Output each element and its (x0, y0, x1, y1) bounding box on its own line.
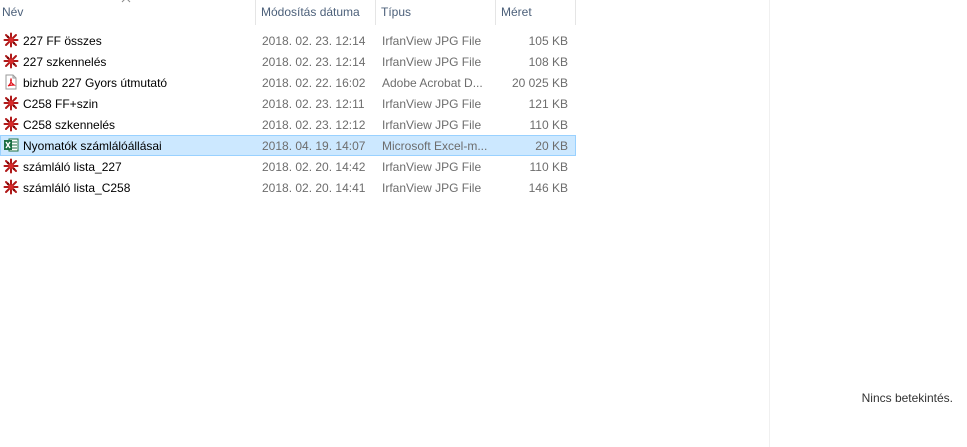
column-header-type-label: Típus (381, 5, 412, 19)
column-header-name[interactable]: Név (0, 0, 256, 25)
excel-icon (3, 137, 19, 153)
file-size: 121 KB (528, 97, 568, 111)
preview-pane: Nincs betekintés. (769, 0, 967, 447)
file-explorer: Név Módosítás dátuma Típus Méret 227 FF … (0, 0, 967, 447)
file-name: 227 szkennelés (23, 55, 107, 69)
file-date: 2018. 02. 20. 14:42 (262, 160, 366, 174)
file-type: Microsoft Excel-m... (382, 139, 488, 153)
file-type: IrfanView JPG File (382, 181, 482, 195)
column-header-row: Név Módosítás dátuma Típus Méret (0, 0, 576, 25)
file-name: számláló lista_227 (23, 160, 122, 174)
file-row[interactable]: C258 FF+szin 2018. 02. 23. 12:11 IrfanView… (0, 93, 576, 114)
file-name: számláló lista_C258 (23, 181, 131, 195)
file-name: Nyomatók számlálóállásai (23, 139, 162, 153)
file-size: 105 KB (528, 34, 568, 48)
file-list: 227 FF összes 2018. 02. 23. 12:14 IrfanVie… (0, 30, 576, 198)
file-date: 2018. 02. 23. 12:14 (262, 55, 366, 69)
file-size: 110 KB (529, 118, 568, 132)
file-row[interactable]: számláló lista_227 2018. 02. 20. 14:42 Irf… (0, 156, 576, 177)
file-date: 2018. 02. 23. 12:12 (262, 118, 366, 132)
file-name: bizhub 227 Gyors útmutató (23, 76, 168, 90)
file-type: IrfanView JPG File (382, 55, 482, 69)
file-date: 2018. 02. 23. 12:11 (262, 97, 365, 111)
column-header-type[interactable]: Típus (379, 0, 496, 25)
file-row[interactable]: 227 FF összes 2018. 02. 23. 12:14 IrfanVie… (0, 30, 576, 51)
file-size: 110 KB (529, 160, 568, 174)
file-date: 2018. 04. 19. 14:07 (262, 139, 366, 153)
irfanview-jpg-icon (3, 116, 19, 132)
file-row[interactable]: Nyomatók számlálóállásai 2018. 04. 19. 14… (0, 135, 576, 156)
file-row[interactable]: számláló lista_C258 2018. 02. 20. 14:41 Ir… (0, 177, 576, 198)
column-header-name-label: Név (2, 5, 24, 19)
file-type: IrfanView JPG File (382, 160, 482, 174)
file-name: C258 szkennelés (23, 118, 116, 132)
irfanview-jpg-icon (3, 53, 19, 69)
irfanview-jpg-icon (3, 179, 19, 195)
irfanview-jpg-icon (3, 158, 19, 174)
file-type: Adobe Acrobat D... (382, 76, 483, 90)
file-row[interactable]: C258 szkennelés 2018. 02. 23. 12:12 IrfanV… (0, 114, 576, 135)
file-size: 146 KB (528, 181, 568, 195)
irfanview-jpg-icon (3, 32, 19, 48)
file-date: 2018. 02. 23. 12:14 (262, 34, 366, 48)
file-name: 227 FF összes (23, 34, 102, 48)
column-header-size-label: Méret (501, 5, 532, 19)
pdf-icon (3, 74, 19, 90)
file-type: IrfanView JPG File (382, 34, 482, 48)
column-header-size[interactable]: Méret (499, 0, 576, 25)
irfanview-jpg-icon (3, 95, 19, 111)
file-size: 108 KB (528, 55, 568, 69)
column-header-date[interactable]: Módosítás dátuma (259, 0, 376, 25)
file-size: 20 KB (535, 139, 568, 153)
file-row[interactable]: bizhub 227 Gyors útmutató 2018. 02. 22. 1… (0, 72, 576, 93)
file-date: 2018. 02. 20. 14:41 (262, 181, 366, 195)
file-type: IrfanView JPG File (382, 118, 482, 132)
file-row[interactable]: 227 szkennelés 2018. 02. 23. 12:14 IrfanVi… (0, 51, 576, 72)
column-header-date-label: Módosítás dátuma (261, 5, 360, 19)
file-size: 20 025 KB (511, 76, 568, 90)
file-date: 2018. 02. 22. 16:02 (262, 76, 366, 90)
file-name: C258 FF+szin (23, 97, 99, 111)
preview-message: Nincs betekintés. (861, 391, 953, 405)
file-list-pane[interactable]: Név Módosítás dátuma Típus Méret 227 FF … (0, 0, 769, 447)
file-type: IrfanView JPG File (382, 97, 482, 111)
